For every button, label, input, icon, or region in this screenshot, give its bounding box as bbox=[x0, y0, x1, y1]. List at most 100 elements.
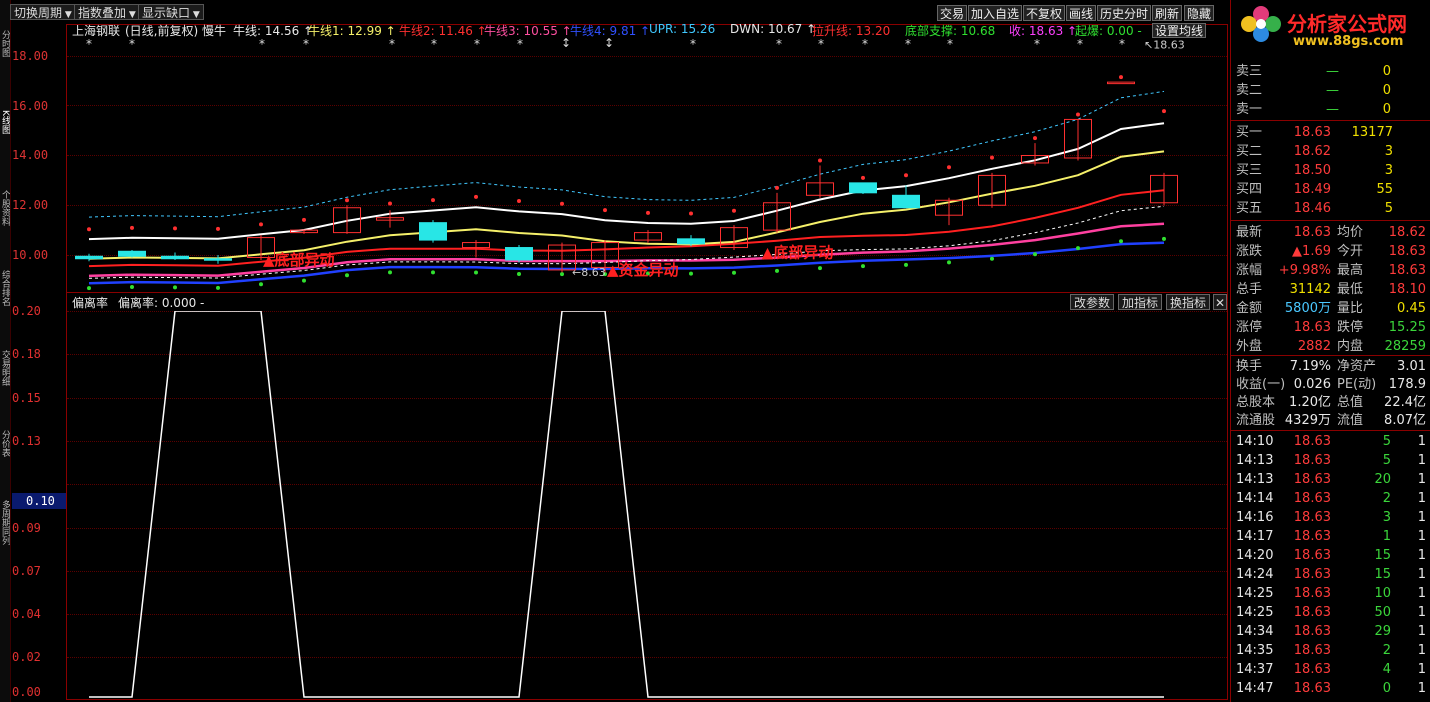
upper-dot bbox=[560, 201, 564, 206]
hide-button[interactable]: 隐藏 bbox=[1184, 5, 1215, 21]
quote-cell: 14:35 bbox=[1236, 643, 1274, 658]
history-timeshare-button[interactable]: 历史分时 bbox=[1097, 5, 1152, 21]
quote-cell: 18.63 bbox=[1293, 320, 1331, 335]
quote-cell: — bbox=[1326, 64, 1339, 79]
indicator-axis-label: 0.18 bbox=[12, 347, 41, 361]
legend-item: 收: 18.63 ↑ bbox=[1009, 24, 1078, 38]
refresh-button[interactable]: 刷新 bbox=[1152, 5, 1183, 21]
period-switch-button[interactable]: 切换周期 ▼ bbox=[10, 4, 76, 20]
support-dot bbox=[173, 285, 177, 290]
legend-item: 牛线1: 12.99 ↑ bbox=[308, 24, 396, 38]
tick-row: 14:24 18.63 15 1 bbox=[1231, 565, 1430, 584]
quote-cell: 28259 bbox=[1384, 339, 1426, 354]
candle-body bbox=[677, 238, 705, 245]
support-dot bbox=[474, 270, 478, 275]
upper-dot bbox=[775, 185, 779, 190]
buy-row: 买一 18.63 13177 bbox=[1231, 123, 1430, 142]
quote-cell: 18.49 bbox=[1293, 182, 1331, 197]
support-dot bbox=[818, 266, 822, 271]
left-tab-ranking[interactable]: 综合排名 bbox=[0, 270, 10, 340]
change-indicator-button[interactable]: 换指标 bbox=[1166, 294, 1211, 310]
quote-cell: 1 bbox=[1417, 586, 1426, 601]
stat-row: 总手 31142 最低 18.10 bbox=[1231, 280, 1430, 299]
quote-cell: 7.19% bbox=[1289, 359, 1331, 374]
price-axis-label: 14.00 bbox=[12, 148, 49, 162]
upper-dot bbox=[1076, 112, 1080, 117]
candle-body bbox=[505, 247, 533, 261]
buy-row: 买二 18.62 3 bbox=[1231, 142, 1430, 161]
stat-row: 最新 18.63 均价 18.62 bbox=[1231, 223, 1430, 242]
upper-dot bbox=[646, 210, 650, 215]
indicator-crosshair-label: 0.10 bbox=[12, 493, 66, 509]
quote-cell: 最低 bbox=[1337, 282, 1364, 297]
add-watchlist-button[interactable]: 加入自选 bbox=[968, 5, 1023, 21]
quote-cell: 14:13 bbox=[1236, 453, 1274, 468]
quote-cell: 涨幅 bbox=[1236, 263, 1263, 278]
upr-line bbox=[88, 90, 1165, 218]
candle-body bbox=[75, 255, 103, 260]
quote-cell: 18.46 bbox=[1293, 201, 1331, 216]
quote-cell: 1 bbox=[1417, 662, 1426, 677]
stat-row: 涨停 18.63 跌停 15.25 bbox=[1231, 318, 1430, 337]
modify-params-button[interactable]: 改参数 bbox=[1070, 294, 1115, 310]
candle-body bbox=[1107, 81, 1135, 85]
quote-cell: 2 bbox=[1382, 491, 1391, 506]
quote-cell: 5800万 bbox=[1284, 301, 1331, 316]
set-ma-button[interactable]: 设置均线 bbox=[1152, 23, 1207, 38]
quote-cell: 13177 bbox=[1351, 125, 1393, 140]
quote-separator bbox=[1231, 355, 1430, 356]
quote-cell: 22.4亿 bbox=[1384, 395, 1426, 410]
quote-cell: 18.63 bbox=[1293, 529, 1331, 544]
show-gap-button[interactable]: 显示缺口 ▼ bbox=[138, 4, 204, 20]
quote-separator bbox=[1231, 430, 1430, 431]
quote-cell: 1 bbox=[1417, 567, 1426, 582]
left-tab-pricetable[interactable]: 分价表 bbox=[0, 430, 10, 490]
support-dot bbox=[904, 262, 908, 267]
left-tab-trades[interactable]: 交易明细 bbox=[0, 350, 10, 420]
draw-line-button[interactable]: 画线 bbox=[1066, 5, 1097, 21]
left-tab-kline[interactable]: K线图 bbox=[0, 110, 10, 180]
buy-row: 买四 18.49 55 bbox=[1231, 180, 1430, 199]
left-tab-timeshare[interactable]: 分时图 bbox=[0, 30, 10, 100]
support-dot bbox=[775, 268, 779, 273]
left-tab-multiperiod[interactable]: 多周期同列 bbox=[0, 500, 10, 600]
quote-cell: 5 bbox=[1384, 201, 1393, 216]
quote-cell: 14:25 bbox=[1236, 605, 1274, 620]
quote-cell: 18.63 bbox=[1293, 643, 1331, 658]
quote-cell: 20 bbox=[1374, 472, 1391, 487]
tick-row: 14:10 18.63 5 1 bbox=[1231, 432, 1430, 451]
quote-cell: 10 bbox=[1374, 586, 1391, 601]
price-chart[interactable]: ▲底部异动 ▲资金异动 ▲底部异动 ←8.63 ↖18.63 bbox=[67, 40, 1227, 292]
quote-cell: 18.63 bbox=[1293, 491, 1331, 506]
indicator-axis-label: 0.09 bbox=[12, 521, 41, 535]
support-dot bbox=[560, 272, 564, 277]
quote-cell: 1 bbox=[1417, 548, 1426, 563]
tick-row: 14:25 18.63 10 1 bbox=[1231, 584, 1430, 603]
quote-cell: 4 bbox=[1382, 662, 1391, 677]
index-overlay-button[interactable]: 指数叠加 ▼ bbox=[74, 4, 140, 20]
indicator-axis-label: 0.04 bbox=[12, 607, 41, 621]
candle-body bbox=[118, 250, 146, 257]
quote-cell: 涨跌 bbox=[1236, 244, 1263, 259]
no-restore-button[interactable]: 不复权 bbox=[1023, 5, 1066, 21]
add-indicator-button[interactable]: 加指标 bbox=[1118, 294, 1163, 310]
quote-cell: 50 bbox=[1374, 605, 1391, 620]
quote-cell: 2 bbox=[1382, 643, 1391, 658]
quote-cell: 1 bbox=[1382, 529, 1391, 544]
left-tab-profile[interactable]: 个股资料 bbox=[0, 190, 10, 260]
quote-cell: 1 bbox=[1417, 681, 1426, 696]
close-indicator-button[interactable]: ✕ bbox=[1213, 294, 1227, 310]
stat-row: 外盘 2882 内盘 28259 bbox=[1231, 337, 1430, 356]
quote-cell: ▲1.69 bbox=[1292, 244, 1331, 259]
indicator-chart[interactable] bbox=[67, 311, 1227, 700]
support-dot bbox=[345, 273, 349, 278]
support-dot bbox=[216, 285, 220, 290]
upper-dot bbox=[947, 165, 951, 170]
quote-cell: 15 bbox=[1374, 548, 1391, 563]
trade-button[interactable]: 交易 bbox=[937, 5, 968, 21]
price-axis-label: 12.00 bbox=[12, 198, 49, 212]
quote-cell: 量比 bbox=[1337, 301, 1364, 316]
support-dot bbox=[689, 271, 693, 276]
quote-cell: 2882 bbox=[1297, 339, 1331, 354]
quote-cell: 3 bbox=[1384, 144, 1393, 159]
